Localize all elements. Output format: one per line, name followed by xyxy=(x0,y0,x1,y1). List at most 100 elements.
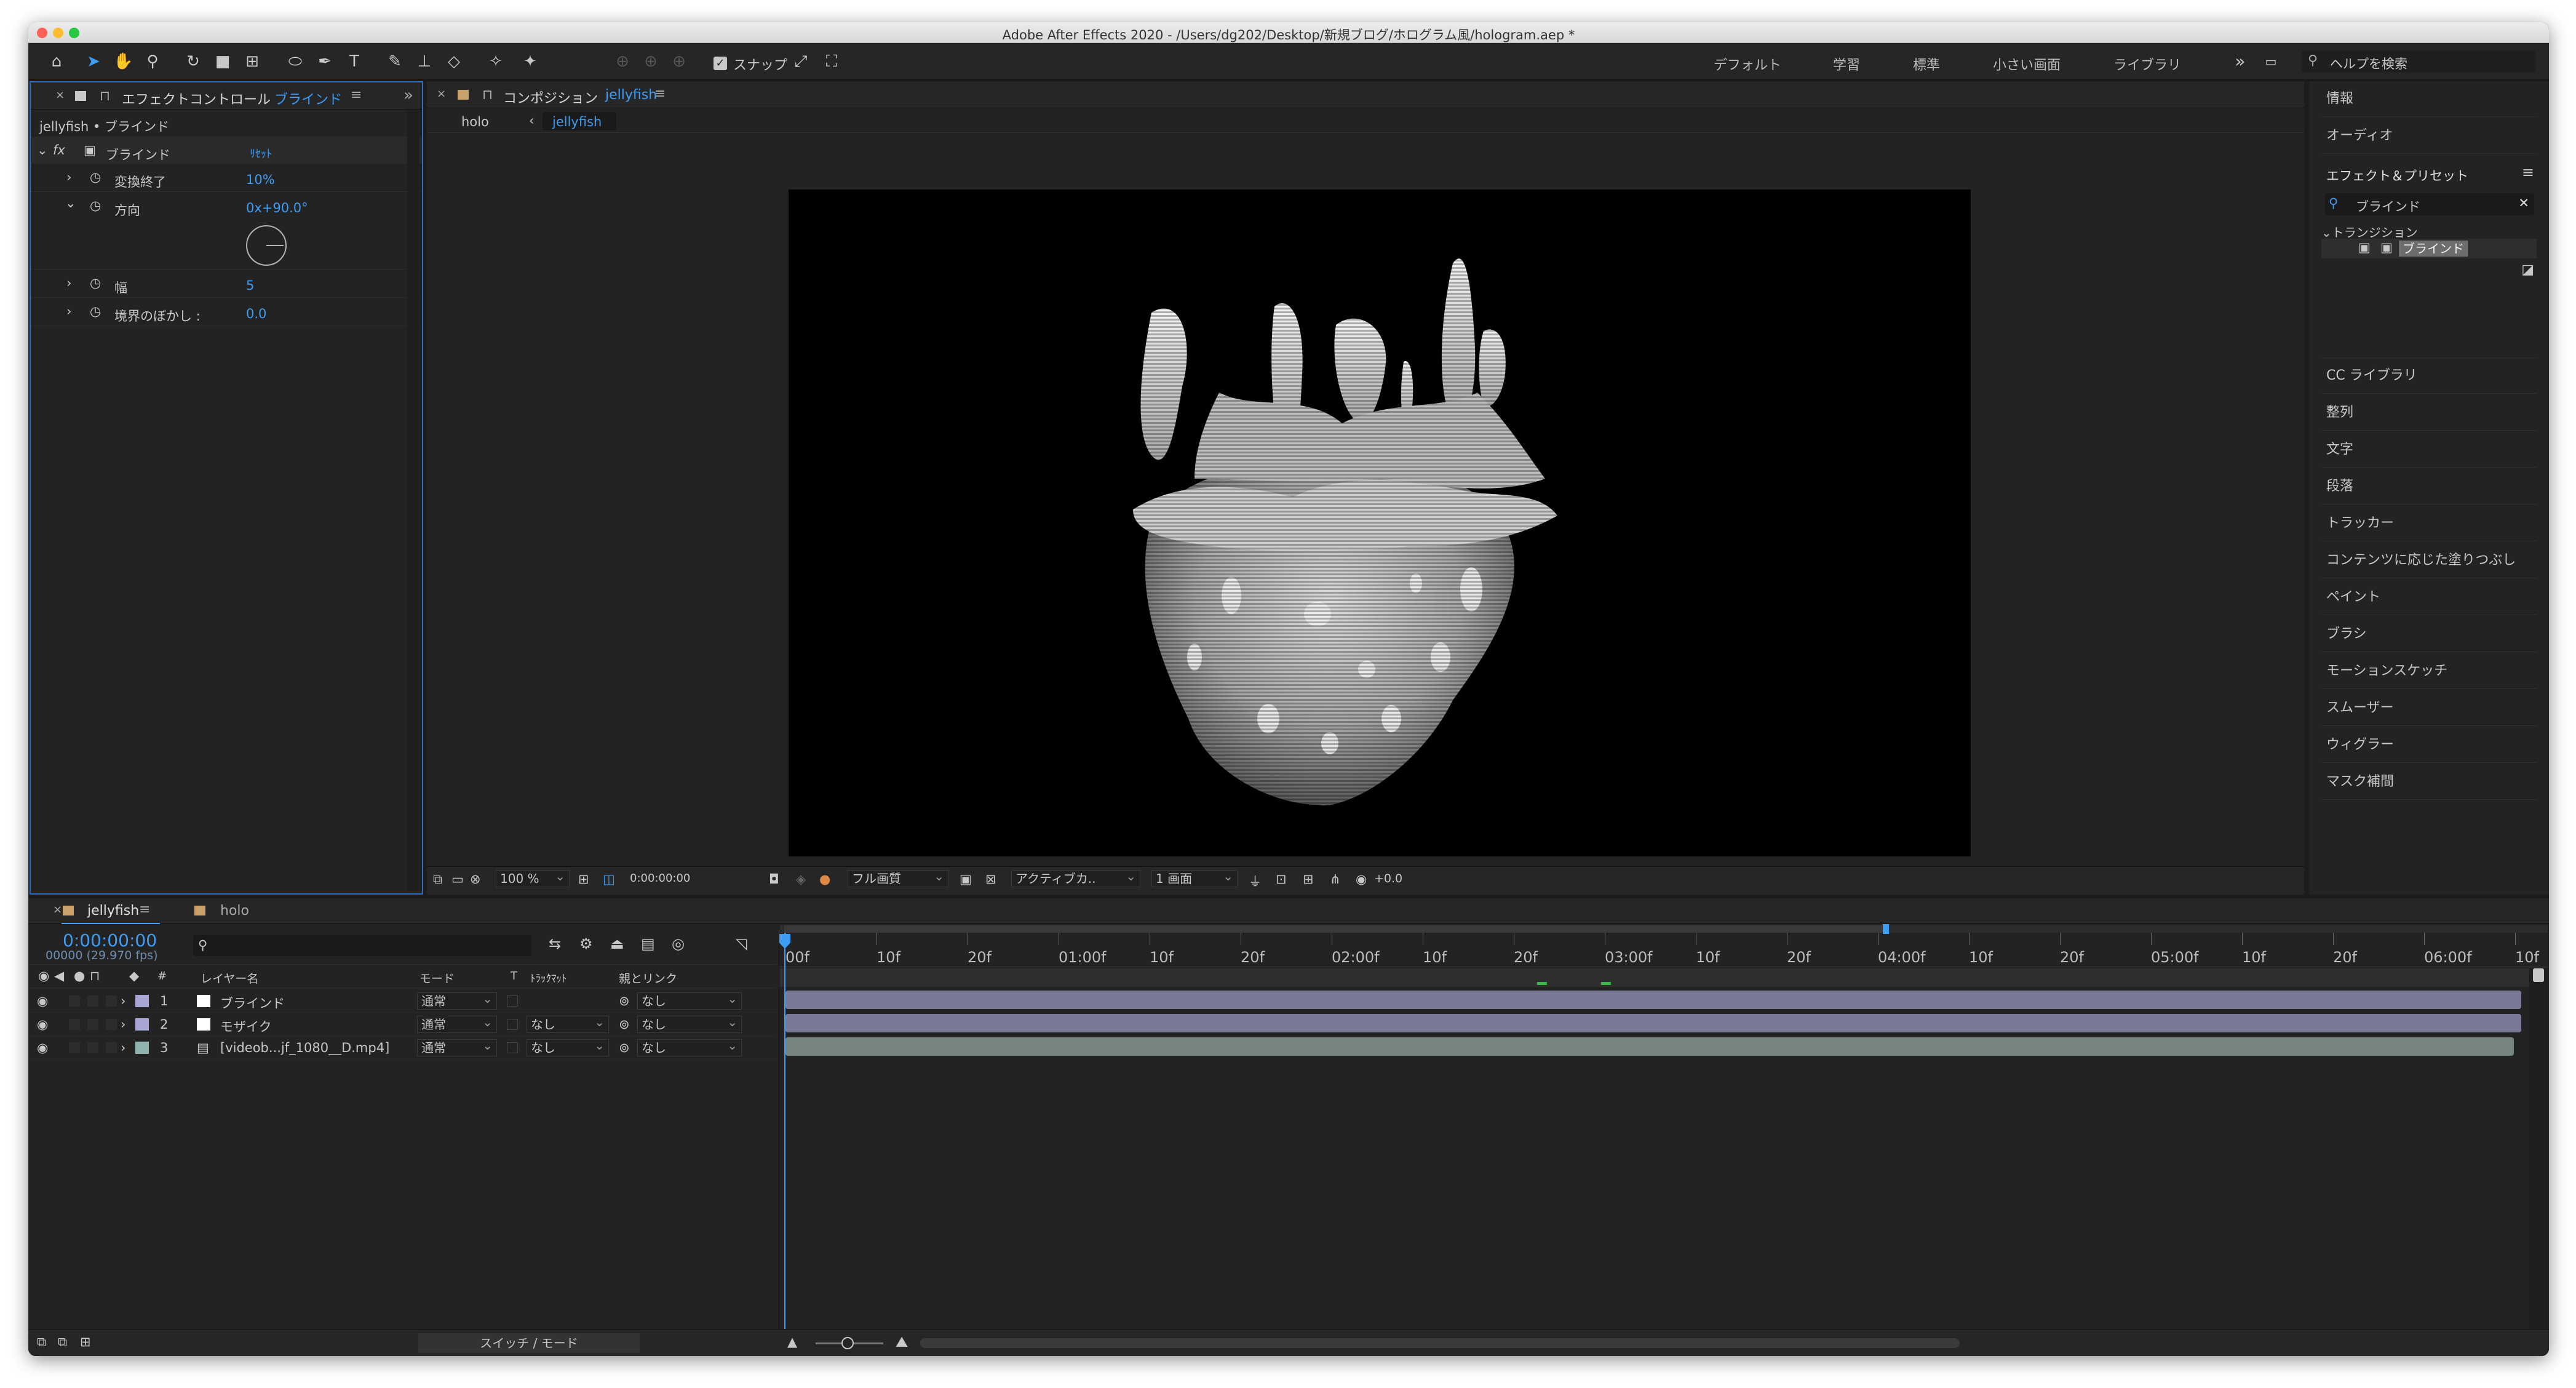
breadcrumb-current[interactable]: jellyfish xyxy=(552,114,602,129)
stopwatch-icon[interactable]: ◷ xyxy=(90,276,101,290)
layer-search-field[interactable]: ⚲ xyxy=(193,935,531,956)
effect-controls-scrollbar[interactable] xyxy=(407,111,419,891)
label-color-swatch[interactable] xyxy=(135,1042,149,1054)
frame-blending-icon[interactable]: ▤ xyxy=(641,935,655,952)
composition-tab-name[interactable]: jellyfish xyxy=(605,87,657,103)
layer-name[interactable]: モザイク xyxy=(220,1017,272,1035)
lock-icon[interactable]: ⊓ xyxy=(482,87,493,103)
hand-tool-icon[interactable]: ✋ xyxy=(113,52,133,71)
layer-bar-3[interactable] xyxy=(785,1037,2514,1056)
show-snapshot-icon[interactable]: ◈ xyxy=(796,872,806,887)
comp-mini-flowchart-icon[interactable]: ⇆ xyxy=(549,935,561,952)
composition-viewer[interactable] xyxy=(789,189,1971,856)
stopwatch-icon[interactable]: ◷ xyxy=(90,198,101,213)
monitor-icon[interactable]: ▭ xyxy=(451,872,464,887)
effect-controls-tab-label[interactable]: エフェクトコントロール xyxy=(122,89,271,108)
timeline-tab-holo[interactable]: holo xyxy=(220,903,249,919)
panel-align[interactable]: 整列 xyxy=(2321,395,2537,431)
pan-behind-tool-icon[interactable]: ⊞ xyxy=(242,52,262,71)
panel-paragraph[interactable]: 段落 xyxy=(2321,469,2537,505)
vr-icon[interactable]: ⊗ xyxy=(470,872,481,887)
layer-name[interactable]: ブラインド xyxy=(220,994,285,1012)
layer-bar-2[interactable] xyxy=(785,1014,2521,1032)
current-time[interactable]: 0:00:00:00 xyxy=(63,930,157,951)
zoom-tool-icon[interactable]: ⚲ xyxy=(143,52,162,71)
effects-search-field[interactable]: ⚲ ブラインド ✕ xyxy=(2325,193,2534,215)
panel-menu-icon[interactable]: ≡ xyxy=(2522,164,2534,181)
toggle-transparency-icon[interactable]: ⊠ xyxy=(985,872,996,887)
label-color-swatch[interactable] xyxy=(135,995,149,1007)
rotate-tool-icon[interactable]: ↻ xyxy=(183,52,203,71)
shape-tool-icon[interactable]: ⬭ xyxy=(285,52,305,71)
close-tab-icon[interactable]: × xyxy=(437,87,446,100)
panel-content-aware-fill[interactable]: コンテンツに応じた塗りつぶし xyxy=(2321,543,2537,578)
pen-tool-icon[interactable]: ✒ xyxy=(315,52,335,71)
eye-icon[interactable]: ◉ xyxy=(37,1040,48,1055)
resolution-icon[interactable]: ⊞ xyxy=(578,872,589,887)
motion-blur-icon[interactable]: ◎ xyxy=(672,935,685,952)
parent-dropdown[interactable]: なし xyxy=(637,1014,742,1033)
panel-character[interactable]: 文字 xyxy=(2321,432,2537,468)
chevron-right-icon[interactable]: › xyxy=(66,304,71,319)
chevron-right-icon[interactable]: › xyxy=(121,1017,125,1032)
timeline-tab-jellyfish[interactable]: jellyfish xyxy=(87,903,139,919)
panel-brushes[interactable]: ブラシ xyxy=(2321,616,2537,652)
roto-brush-tool-icon[interactable]: ✧ xyxy=(486,52,506,71)
graph-editor-icon[interactable]: ◹ xyxy=(736,935,747,952)
transparency-grid-icon[interactable]: ◫ xyxy=(603,872,615,887)
pickwhip-icon[interactable]: ⊚ xyxy=(619,994,630,1008)
pickwhip-icon[interactable]: ⊚ xyxy=(619,1017,630,1032)
snap-target-icon[interactable]: ⛶ xyxy=(822,52,841,71)
chevron-right-icon[interactable]: › xyxy=(121,994,125,1008)
in-out-icon[interactable]: ⊞ xyxy=(80,1334,91,1349)
track-matte-dropdown[interactable]: なし xyxy=(527,1014,609,1033)
close-tab-icon[interactable]: × xyxy=(53,903,62,916)
workspace-default[interactable]: デフォルト xyxy=(1714,54,1781,74)
panel-motion-sketch[interactable]: モーションスケッチ xyxy=(2321,653,2537,689)
prop-row-feather[interactable]: › ◷ 境界のぼかし : 0.0 xyxy=(31,299,422,326)
viewer-timecode[interactable]: 0:00:00:00 xyxy=(630,872,690,885)
scroll-thumb[interactable] xyxy=(2533,968,2544,982)
stopwatch-icon[interactable]: ◷ xyxy=(90,304,101,319)
clear-search-icon[interactable]: ✕ xyxy=(2518,196,2529,210)
fast-preview-icon[interactable]: ⏚ xyxy=(1249,872,1262,890)
chevron-right-icon[interactable]: › xyxy=(66,170,71,185)
brush-tool-icon[interactable]: ✎ xyxy=(385,52,405,71)
panel-audio[interactable]: オーディオ xyxy=(2321,118,2537,154)
chevron-right-icon[interactable]: › xyxy=(121,1040,125,1055)
breadcrumb-parent[interactable]: holo xyxy=(461,114,489,129)
region-of-interest-icon[interactable]: ▣ xyxy=(960,872,972,887)
type-tool-icon[interactable]: T xyxy=(344,52,364,71)
panel-paint[interactable]: ペイント xyxy=(2321,580,2537,615)
timeline-graph[interactable]: 00f 10f 20f 01:00f 10f 20f 02:00f 10f 20f 03:00f 1… xyxy=(779,924,2548,1329)
camera-dropdown[interactable]: アクティブカ.. xyxy=(1011,868,1140,887)
timeline-icon[interactable]: ⊡ xyxy=(1276,872,1287,887)
views-dropdown[interactable]: 1 画面 xyxy=(1151,868,1238,887)
workspace-small-screen[interactable]: 小さい画面 xyxy=(1993,54,2061,74)
selection-tool-icon[interactable]: ➤ xyxy=(84,52,103,71)
always-preview-icon[interactable]: ⧉ xyxy=(433,872,442,887)
parent-dropdown[interactable]: なし xyxy=(637,991,742,1010)
switch-mode-toggle[interactable]: スイッチ / モード xyxy=(418,1333,640,1353)
category-transition[interactable]: ⌄トランジション xyxy=(2321,223,2418,241)
layer-row-2[interactable]: ◉ › 2 モザイク 通常 なし ⊚ なし xyxy=(28,1013,776,1036)
stopwatch-icon[interactable]: ◷ xyxy=(90,170,101,185)
transfer-controls-icon[interactable]: ⧉ xyxy=(58,1334,67,1350)
comp-flowchart-icon[interactable]: ⊞ xyxy=(1303,872,1314,887)
prop-value[interactable]: 10% xyxy=(246,172,275,187)
effect-controls-tab-layer[interactable]: ブラインド xyxy=(274,89,342,108)
exposure-value[interactable]: +0.0 xyxy=(1374,872,1402,885)
effect-row-blinds[interactable]: ⌄ fx ▣ ブラインド ﾘｾｯﾄ xyxy=(31,137,422,164)
time-ruler[interactable]: 00f 10f 20f 01:00f 10f 20f 02:00f 10f 20f 03:00f 1… xyxy=(779,933,2548,967)
mode-dropdown[interactable]: 通常 xyxy=(417,991,497,1010)
workspace-standard[interactable]: 標準 xyxy=(1913,54,1940,74)
layer-name[interactable]: [videob...jf_1080__D.mp4] xyxy=(220,1040,389,1055)
layer-row-3[interactable]: ◉ › 3 ▤ [videob...jf_1080__D.mp4] 通常 なし … xyxy=(28,1036,776,1059)
lock-icon[interactable]: ⊓ xyxy=(100,89,110,104)
prop-row-transition-completion[interactable]: › ◷ 変換終了 10% xyxy=(31,165,422,192)
workspace-learn[interactable]: 学習 xyxy=(1833,54,1860,74)
draft-3d-icon[interactable]: ⚙ xyxy=(579,935,593,952)
help-search-field[interactable]: ⚲ ヘルプを検索 xyxy=(2302,50,2535,73)
parent-dropdown[interactable]: なし xyxy=(637,1037,742,1056)
eye-icon[interactable]: ◉ xyxy=(37,1017,48,1032)
